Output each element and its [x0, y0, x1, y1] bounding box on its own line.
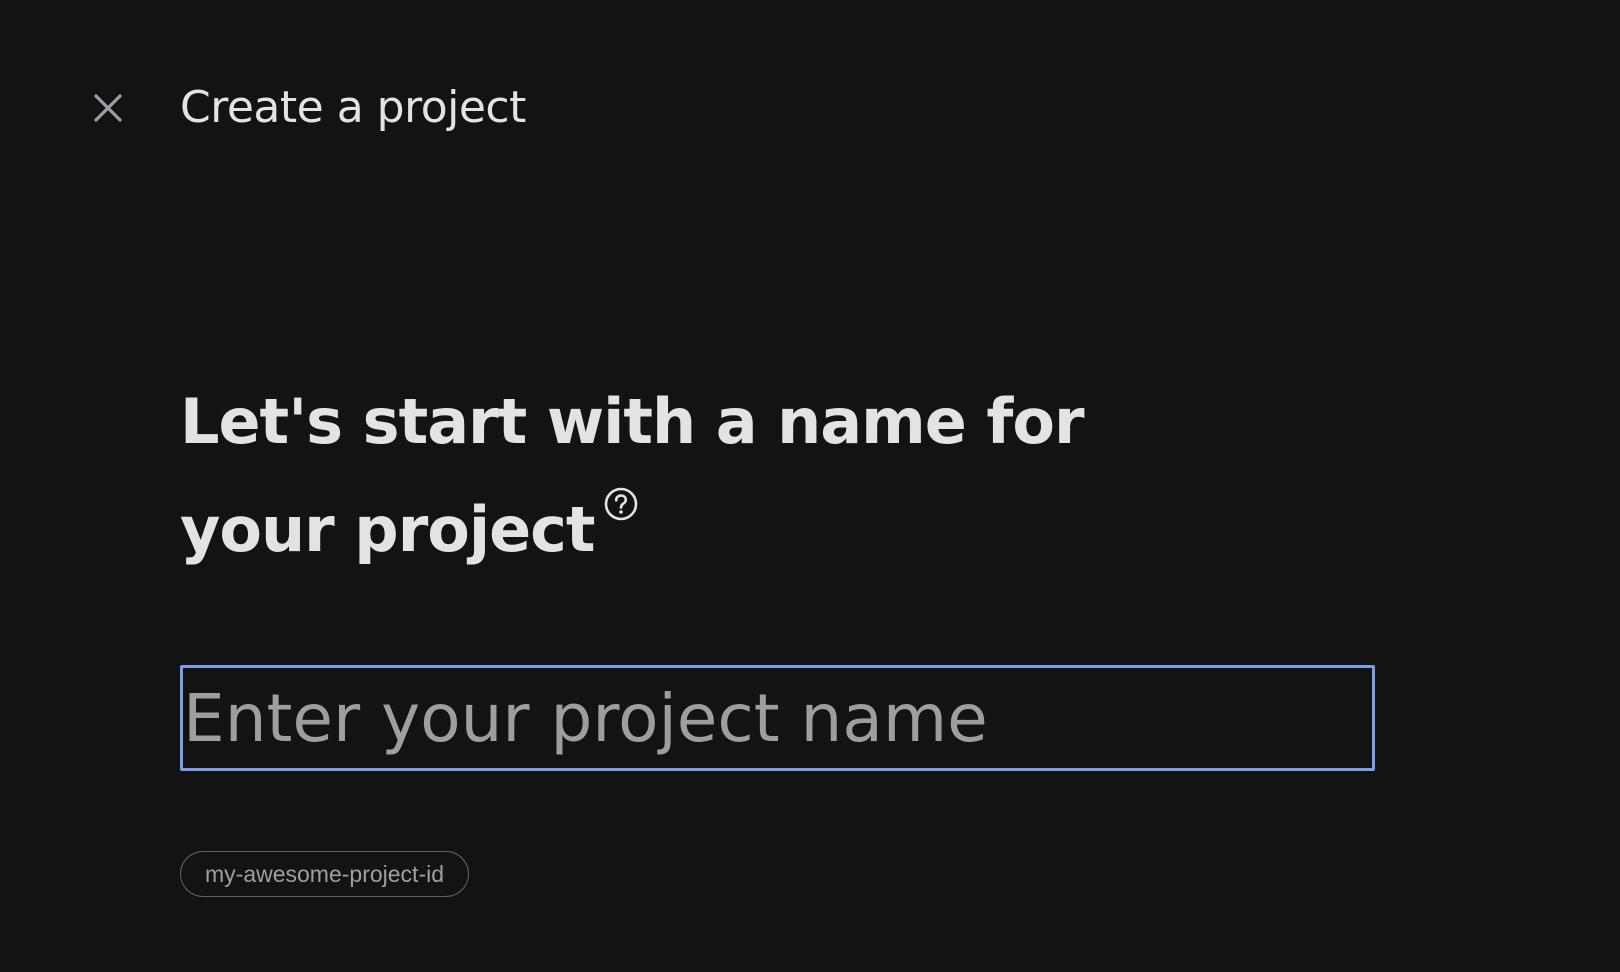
headline-line-1: Let's start with a name for [180, 385, 1085, 458]
close-button[interactable] [84, 84, 132, 132]
page-title: Create a project [180, 82, 526, 133]
project-id-label: my-awesome-project-id [205, 860, 445, 887]
help-circle-icon[interactable] [603, 486, 639, 522]
project-id-chip[interactable]: my-awesome-project-id [180, 851, 470, 897]
close-icon [90, 90, 126, 126]
project-name-input[interactable] [180, 665, 1375, 771]
headline-line-2-text: your project [180, 493, 596, 566]
headline-line-2: your project [180, 476, 1180, 584]
headline: Let's start with a name for your project [180, 368, 1180, 584]
